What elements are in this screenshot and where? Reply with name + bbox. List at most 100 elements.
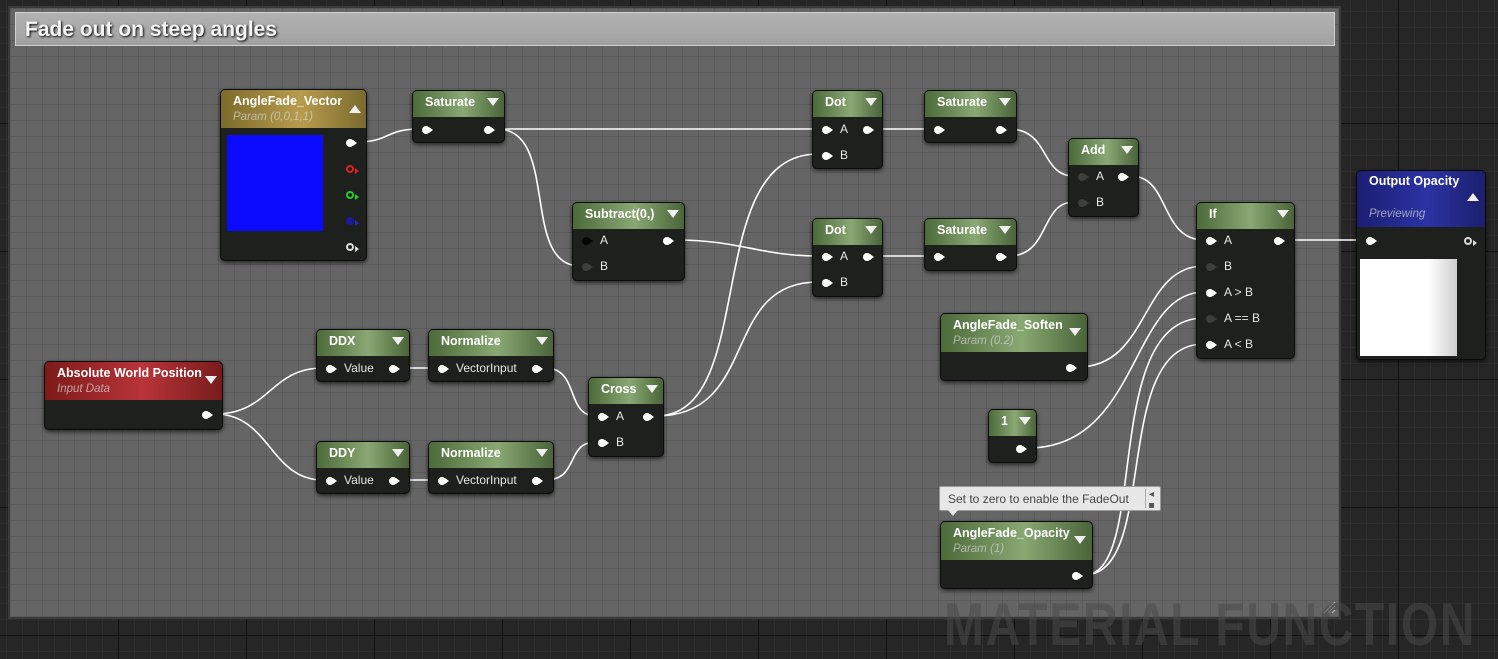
output-pin[interactable]	[389, 365, 400, 373]
output-pin[interactable]	[1274, 237, 1285, 245]
input-pin-b[interactable]	[582, 263, 593, 271]
node-ddy[interactable]: DDY Value	[316, 441, 410, 494]
input-pin[interactable]	[438, 365, 449, 373]
input-pin-a[interactable]	[1078, 173, 1089, 181]
collapse-arrow-icon[interactable]	[392, 337, 404, 345]
input-pin-b[interactable]	[598, 439, 609, 447]
collapse-arrow-icon[interactable]	[205, 376, 217, 384]
input-pin[interactable]	[1366, 237, 1377, 245]
node-absolute-world-position[interactable]: Absolute World Position Input Data	[44, 361, 223, 430]
input-pin-b[interactable]	[1078, 199, 1089, 207]
collapse-arrow-icon[interactable]	[1074, 536, 1086, 544]
node-saturate[interactable]: Saturate	[924, 218, 1017, 271]
node-anglefade-soften[interactable]: AngleFade_Soften Param (0.2)	[940, 313, 1088, 381]
node-anglefade-opacity[interactable]: AngleFade_Opacity Param (1)	[940, 521, 1093, 589]
output-pin[interactable]	[532, 365, 543, 373]
collapse-arrow-icon[interactable]	[392, 449, 404, 457]
pin-label: A	[1096, 169, 1105, 183]
node-title: Saturate	[937, 95, 988, 109]
node-ddx[interactable]: DDX Value	[316, 329, 410, 382]
input-pin[interactable]	[326, 477, 337, 485]
collapse-arrow-icon[interactable]	[865, 226, 877, 234]
node-normalize[interactable]: Normalize VectorInput	[428, 329, 554, 382]
input-pin-a-equals-b[interactable]	[1206, 315, 1217, 323]
output-pin[interactable]	[1118, 173, 1129, 181]
input-pin-b[interactable]	[1206, 263, 1217, 271]
pin-label: B	[1224, 259, 1233, 273]
node-anglefade-vector[interactable]: AngleFade_Vector Param (0,0,1,1)	[220, 89, 367, 261]
pin-label: B	[840, 148, 849, 162]
output-pin[interactable]	[996, 253, 1007, 261]
output-pin-a[interactable]	[346, 243, 359, 252]
node-dot[interactable]: Dot A B	[812, 218, 883, 297]
input-pin-a[interactable]	[582, 237, 593, 245]
input-pin-a-less-b[interactable]	[1206, 341, 1217, 349]
pin-bubble-icon[interactable]: ◂ ▪	[1145, 489, 1157, 511]
collapse-arrow-icon[interactable]	[536, 337, 548, 345]
input-pin[interactable]	[934, 126, 945, 134]
pin-label: B	[840, 275, 849, 289]
wire	[1008, 128, 1075, 177]
output-pin[interactable]	[532, 477, 543, 485]
output-pin[interactable]	[1464, 237, 1477, 246]
input-pin[interactable]	[438, 477, 449, 485]
collapse-arrow-icon[interactable]	[667, 210, 679, 218]
node-subtitle: Param (1)	[953, 543, 1005, 555]
collapse-arrow-icon[interactable]	[1467, 193, 1479, 201]
node-title: Normalize	[441, 334, 501, 348]
output-pin[interactable]	[1016, 445, 1027, 453]
input-pin-a-greater-b[interactable]	[1206, 289, 1217, 297]
output-pin[interactable]	[643, 413, 654, 421]
input-pin-a[interactable]	[1206, 237, 1217, 245]
input-pin[interactable]	[422, 126, 433, 134]
collapse-arrow-icon[interactable]	[1069, 328, 1081, 336]
node-saturate[interactable]: Saturate	[924, 90, 1017, 143]
node-constant-one[interactable]: 1	[988, 409, 1037, 463]
output-pin[interactable]	[863, 126, 874, 134]
collapse-arrow-icon[interactable]	[536, 449, 548, 457]
collapse-arrow-icon[interactable]	[865, 98, 877, 106]
input-pin-b[interactable]	[822, 279, 833, 287]
output-pin[interactable]	[202, 411, 213, 419]
output-pin[interactable]	[484, 126, 495, 134]
input-pin[interactable]	[326, 365, 337, 373]
node-saturate[interactable]: Saturate	[412, 90, 505, 143]
node-if[interactable]: If A B A > B A == B A < B	[1196, 202, 1295, 359]
node-subtract[interactable]: Subtract(0,) A B	[572, 202, 685, 281]
pin-label: Value	[344, 473, 374, 487]
collapse-arrow-icon[interactable]	[1019, 417, 1031, 425]
output-pin-r[interactable]	[346, 165, 359, 174]
node-output-opacity[interactable]: Output Opacity Previewing	[1356, 170, 1486, 360]
output-pin[interactable]	[1066, 364, 1077, 372]
output-pin[interactable]	[389, 477, 400, 485]
node-title: Add	[1081, 143, 1106, 157]
collapse-arrow-icon[interactable]	[999, 226, 1011, 234]
input-pin-b[interactable]	[822, 152, 833, 160]
wire	[1130, 175, 1205, 241]
output-pin[interactable]	[996, 126, 1007, 134]
input-pin[interactable]	[934, 253, 945, 261]
node-title: If	[1209, 207, 1217, 221]
output-pin-g[interactable]	[346, 191, 359, 200]
collapse-arrow-icon[interactable]	[1277, 210, 1289, 218]
node-add[interactable]: Add A B	[1068, 138, 1139, 217]
node-dot[interactable]: Dot A B	[812, 90, 883, 169]
collapse-arrow-icon[interactable]	[1121, 146, 1133, 154]
output-pin[interactable]	[1072, 572, 1083, 580]
pin-label: A	[1224, 233, 1233, 247]
collapse-arrow-icon[interactable]	[349, 105, 361, 113]
material-function-watermark: MATERIAL FUNCTION	[944, 591, 1477, 658]
collapse-arrow-icon[interactable]	[487, 98, 499, 106]
input-pin-a[interactable]	[598, 413, 609, 421]
collapse-arrow-icon[interactable]	[999, 98, 1011, 106]
output-pin-rgb[interactable]	[346, 139, 357, 147]
output-pin[interactable]	[863, 253, 874, 261]
collapse-arrow-icon[interactable]	[646, 385, 658, 393]
output-pin-b[interactable]	[346, 217, 359, 226]
output-pin[interactable]	[663, 237, 674, 245]
input-pin-a[interactable]	[822, 253, 833, 261]
wire	[1008, 201, 1075, 257]
node-normalize[interactable]: Normalize VectorInput	[428, 441, 554, 494]
node-cross[interactable]: Cross A B	[588, 377, 664, 457]
input-pin-a[interactable]	[822, 126, 833, 134]
